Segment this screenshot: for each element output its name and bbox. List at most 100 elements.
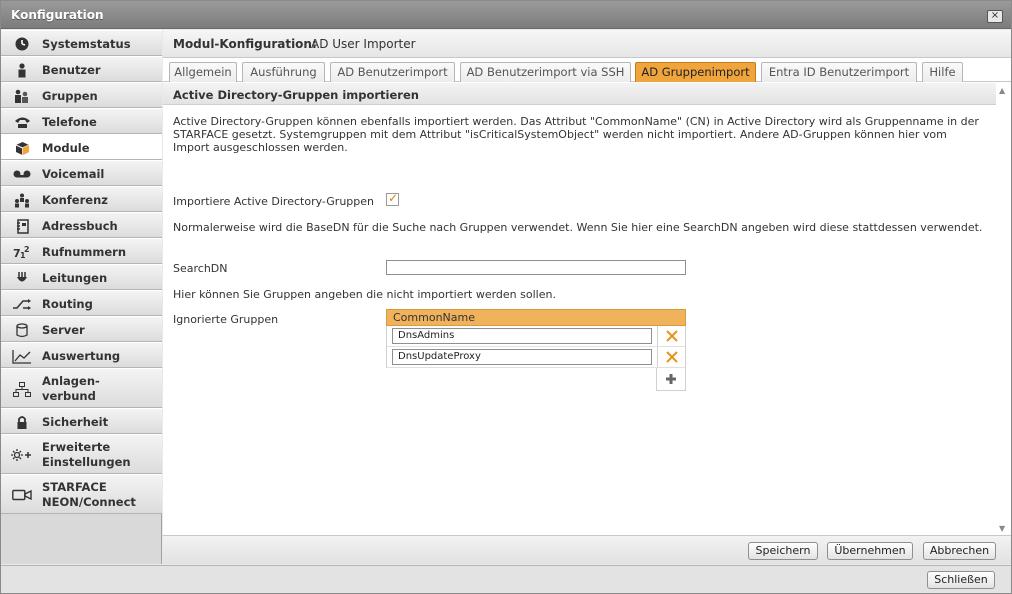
server-icon (11, 322, 33, 338)
group-icon (11, 88, 33, 104)
module-header-key: Modul-Konfiguration: (173, 37, 317, 51)
tab-hilfe[interactable]: Hilfe (922, 62, 963, 82)
ignored-groups-label: Ignorierte Gruppen (173, 313, 279, 326)
sidebar-item-erweiterte-einstellungen[interactable]: Erweiterte Einstellungen (1, 434, 162, 474)
address-book-icon (11, 218, 33, 234)
tab-allgemein[interactable]: Allgemein (169, 62, 237, 82)
sidebar-item-sicherheit[interactable]: Sicherheit (1, 408, 162, 434)
sidebar-item-label: Konferenz (42, 193, 108, 207)
sidebar-item-label: Auswertung (42, 349, 121, 363)
window-title: Konfiguration (11, 8, 104, 22)
content-area: Active Directory-Gruppen importieren ▲ ▼… (163, 83, 1011, 535)
network-icon (11, 381, 33, 397)
searchdn-label: SearchDN (173, 262, 228, 275)
sidebar-item-label-line1: STARFACE (42, 480, 107, 494)
group-name-input[interactable]: DnsAdmins (392, 328, 652, 344)
sidebar-item-label: Routing (42, 297, 93, 311)
delete-icon (666, 351, 678, 363)
intro-text: Active Directory-Gruppen können ebenfall… (173, 115, 979, 154)
user-icon (11, 62, 33, 78)
sidebar-item-label-line2: NEON/Connect (42, 495, 136, 509)
save-button[interactable]: Speichern (748, 542, 818, 560)
sidebar-item-telefone[interactable]: Telefone (1, 108, 162, 134)
scroll-up-icon[interactable]: ▲ (999, 86, 1005, 95)
cancel-button[interactable]: Abbrechen (923, 542, 996, 560)
sidebar-item-anlagenverbund[interactable]: Anlagen- verbund (1, 368, 162, 408)
tab-ad-gruppenimport[interactable]: AD Gruppenimport (635, 62, 756, 82)
sidebar-item-module[interactable]: Module (1, 134, 162, 160)
section-title: Active Directory-Gruppen importieren (173, 88, 419, 102)
module-header: Modul-Konfiguration: AD User Importer (163, 30, 1011, 58)
sidebar-item-label: Voicemail (42, 167, 105, 181)
tab-ad-benutzerimport[interactable]: AD Benutzerimport (330, 62, 455, 82)
add-row-button[interactable] (656, 368, 686, 391)
sidebar-item-label: Server (42, 323, 85, 337)
sidebar-item-label: Sicherheit (42, 415, 109, 429)
cube-icon (11, 140, 33, 156)
tab-bar: Allgemein Ausführung AD Benutzerimport A… (163, 59, 1011, 82)
settings-plus-icon (11, 447, 33, 463)
import-groups-checkbox[interactable] (386, 191, 399, 206)
sidebar-item-server[interactable]: Server (1, 316, 162, 342)
sidebar-item-label: Gruppen (42, 89, 98, 103)
conference-icon (11, 192, 33, 208)
voicemail-icon (11, 166, 33, 182)
sidebar-item-label: Systemstatus (42, 37, 131, 51)
import-groups-label: Importiere Active Directory-Gruppen (173, 195, 374, 208)
tab-entra-id-benutzerimport[interactable]: Entra ID Benutzerimport (761, 62, 917, 82)
sidebar: Systemstatus Benutzer Gruppen Telefone M… (1, 30, 162, 564)
close-icon[interactable]: × (987, 10, 1003, 23)
sidebar-item-label-line1: Erweiterte (42, 440, 111, 454)
number-icon: 712 (11, 244, 33, 260)
vertical-scrollbar[interactable]: ▲ ▼ (996, 83, 1011, 535)
close-button[interactable]: Schließen (927, 571, 995, 589)
sidebar-item-label-line2: Einstellungen (42, 455, 131, 469)
sidebar-item-label: Rufnummern (42, 245, 127, 259)
table-row: DnsUpdateProxy (386, 347, 686, 368)
chart-icon (11, 348, 33, 364)
sidebar-item-routing[interactable]: Routing (1, 290, 162, 316)
sidebar-item-label: Telefone (42, 115, 97, 129)
lock-icon (11, 414, 33, 430)
tab-ausfuehrung[interactable]: Ausführung (242, 62, 325, 82)
module-header-value: AD User Importer (311, 37, 416, 51)
svg-text:2: 2 (24, 245, 30, 254)
searchdn-input[interactable] (386, 260, 686, 275)
lines-icon (11, 270, 33, 286)
delete-row-button[interactable] (657, 326, 686, 346)
phone-icon (11, 114, 33, 130)
sidebar-item-label: Leitungen (42, 271, 108, 285)
group-name-input[interactable]: DnsUpdateProxy (392, 349, 652, 365)
sidebar-item-systemstatus[interactable]: Systemstatus (1, 30, 162, 56)
sidebar-item-label: Adressbuch (42, 219, 118, 233)
sidebar-item-label-line2: verbund (42, 389, 96, 403)
sidebar-item-gruppen[interactable]: Gruppen (1, 82, 162, 108)
table-row: DnsAdmins (386, 326, 686, 347)
sidebar-item-auswertung[interactable]: Auswertung (1, 342, 162, 368)
sidebar-item-adressbuch[interactable]: Adressbuch (1, 212, 162, 238)
sidebar-item-starface-neon-connect[interactable]: STARFACE NEON/Connect (1, 474, 162, 514)
sidebar-item-voicemail[interactable]: Voicemail (1, 160, 162, 186)
gauge-icon (11, 36, 33, 52)
delete-row-button[interactable] (657, 347, 686, 367)
scroll-down-icon[interactable]: ▼ (999, 524, 1005, 533)
camera-icon (11, 487, 33, 503)
title-bar: Konfiguration × (1, 1, 1011, 29)
tab-ad-benutzerimport-ssh[interactable]: AD Benutzerimport via SSH (460, 62, 631, 82)
sidebar-item-konferenz[interactable]: Konferenz (1, 186, 162, 212)
grid-header-commonname: CommonName (386, 309, 686, 326)
sidebar-item-rufnummern[interactable]: 712 Rufnummern (1, 238, 162, 264)
plus-icon (666, 374, 676, 384)
sidebar-item-label-line1: Anlagen- (42, 374, 100, 388)
main-panel: Modul-Konfiguration: AD User Importer Al… (163, 30, 1011, 564)
configuration-window: Konfiguration × Systemstatus Benutzer Gr… (0, 0, 1012, 594)
sidebar-item-benutzer[interactable]: Benutzer (1, 56, 162, 82)
sidebar-item-leitungen[interactable]: Leitungen (1, 264, 162, 290)
section-header: Active Directory-Gruppen importieren (163, 83, 996, 105)
apply-button[interactable]: Übernehmen (827, 542, 913, 560)
ignored-groups-text: Hier können Sie Gruppen angeben die nich… (173, 288, 556, 301)
footer-bar: Speichern Übernehmen Abbrechen (163, 535, 1011, 564)
sidebar-item-label: Module (42, 141, 90, 155)
bottom-bar: Schließen (1, 565, 1011, 593)
basedn-text: Normalerweise wird die BaseDN für die Su… (173, 221, 983, 234)
